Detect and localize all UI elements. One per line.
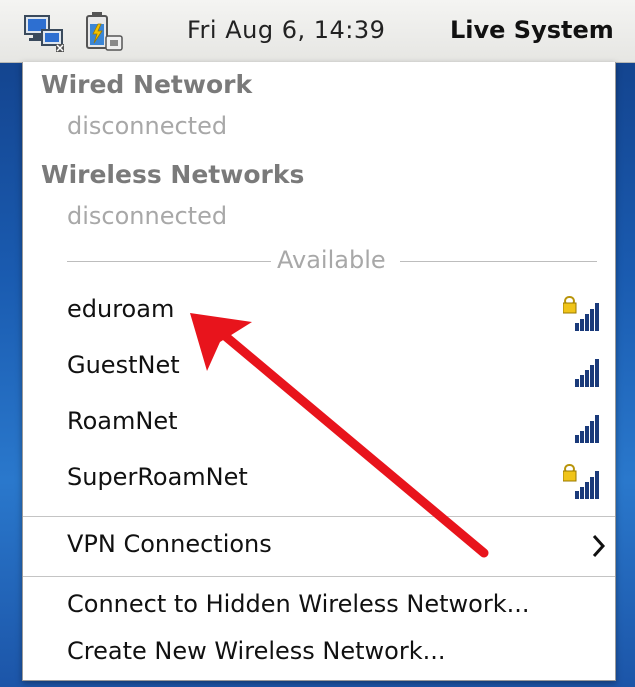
clock[interactable]: Fri Aug 6, 14:39 [187,16,385,44]
network-name: RoamNet [67,407,178,435]
wireless-networks-heading: Wireless Networks [41,160,305,189]
network-name: SuperRoamNet [67,463,248,491]
network-name: eduroam [67,295,175,323]
create-new-network-item[interactable]: Create New Wireless Network... [67,637,446,665]
available-label: Available [277,246,386,274]
wired-network-heading: Wired Network [41,70,253,99]
signal-strength-locked-icon [563,464,599,499]
separator-line-left [67,261,271,262]
available-separator: Available [67,246,597,276]
network-item-guestnet[interactable]: GuestNet [23,343,615,395]
network-menu: Wired Network disconnected Wireless Netw… [22,62,616,681]
top-panel: Fri Aug 6, 14:39 Live System [0,0,635,63]
signal-strength-locked-icon [563,296,599,331]
connect-hidden-network-item[interactable]: Connect to Hidden Wireless Network... [67,590,530,618]
signal-strength-icon [575,415,599,443]
chevron-right-icon [592,534,606,558]
network-item-roamnet[interactable]: RoamNet [23,399,615,451]
menu-separator [23,576,615,577]
user-menu[interactable]: Live System [450,16,614,44]
separator-line-right [400,261,597,262]
network-name: GuestNet [67,351,180,379]
menu-separator [23,516,615,517]
wireless-networks-status: disconnected [67,202,228,230]
network-manager-icon[interactable] [22,10,66,54]
network-item-superroamnet[interactable]: SuperRoamNet [23,455,615,507]
signal-strength-icon [575,359,599,387]
wired-network-status: disconnected [67,112,228,140]
vpn-connections-item[interactable]: VPN Connections [67,530,272,558]
network-item-eduroam[interactable]: eduroam [23,287,615,339]
battery-power-icon[interactable] [82,10,126,54]
